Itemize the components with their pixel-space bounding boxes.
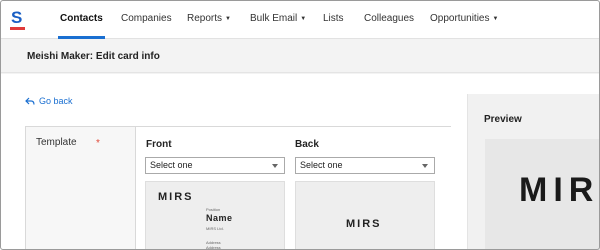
preview-title: Preview — [484, 114, 522, 125]
go-back-link[interactable]: Go back — [25, 96, 73, 106]
nav-item-label: Contacts — [60, 13, 103, 24]
page-header: Meishi Maker: Edit card info — [0, 40, 600, 73]
template-label: Template — [36, 137, 77, 148]
back-arrow-icon — [25, 97, 35, 105]
nav-item-label: Lists — [323, 13, 344, 24]
card-brand: MIRS — [346, 218, 382, 230]
nav-item-reports[interactable]: Reports ▼ — [187, 0, 231, 39]
nav-item-bulk-email[interactable]: Bulk Email ▼ — [250, 0, 306, 39]
dropdown-arrow-icon — [422, 164, 428, 168]
front-title: Front — [146, 139, 172, 150]
preview-card: MIRS — [485, 139, 600, 250]
nav-item-label: Bulk Email — [250, 13, 298, 24]
app-logo-icon[interactable]: S — [10, 8, 26, 32]
required-indicator: * — [96, 138, 100, 149]
back-template-select[interactable]: Select one — [295, 157, 435, 174]
nav-item-label: Reports — [187, 13, 223, 24]
front-card-thumbnail[interactable]: MIRS Position Name MIRS Ltd. Address Add… — [145, 181, 285, 250]
card-name: Name — [206, 213, 233, 223]
preview-brand: MIRS — [519, 171, 600, 209]
nav-item-colleagues[interactable]: Colleagues — [364, 0, 414, 39]
back-card-thumbnail[interactable]: MIRS — [295, 181, 435, 250]
nav-item-label: Colleagues — [364, 13, 415, 24]
chevron-down-icon: ▼ — [225, 16, 231, 22]
main-content: Go back Template * Front Select one MIRS… — [0, 74, 600, 250]
card-company: MIRS Ltd. — [206, 226, 224, 231]
template-form: Template * Front Select one MIRS Positio… — [25, 126, 451, 250]
dropdown-arrow-icon — [272, 164, 278, 168]
card-position-label: Position — [206, 207, 221, 212]
chevron-down-icon: ▼ — [300, 16, 307, 22]
nav-item-companies[interactable]: Companies — [121, 0, 172, 39]
nav-item-contacts[interactable]: Contacts — [58, 0, 105, 39]
nav-item-label: Companies — [121, 13, 172, 24]
nav-item-lists[interactable]: Lists — [323, 0, 344, 39]
form-label-column: Template * — [26, 127, 136, 250]
page-title: Meishi Maker: Edit card info — [27, 51, 160, 62]
nav-item-opportunities[interactable]: Opportunities ▼ — [430, 0, 498, 39]
preview-panel: Preview MIRS — [467, 94, 600, 250]
chevron-down-icon: ▼ — [492, 16, 499, 22]
nav-item-label: Opportunities — [430, 13, 490, 24]
front-template-select[interactable]: Select one — [145, 157, 285, 174]
card-brand: MIRS — [158, 191, 194, 203]
svg-text:S: S — [11, 8, 22, 27]
card-address-label-2: Address — [206, 245, 221, 250]
front-select-value: Select one — [150, 160, 193, 170]
back-title: Back — [295, 139, 319, 150]
back-select-value: Select one — [300, 160, 343, 170]
top-navigation: S Contacts Companies Reports ▼ Bulk Email… — [0, 0, 600, 39]
go-back-label: Go back — [39, 96, 73, 106]
